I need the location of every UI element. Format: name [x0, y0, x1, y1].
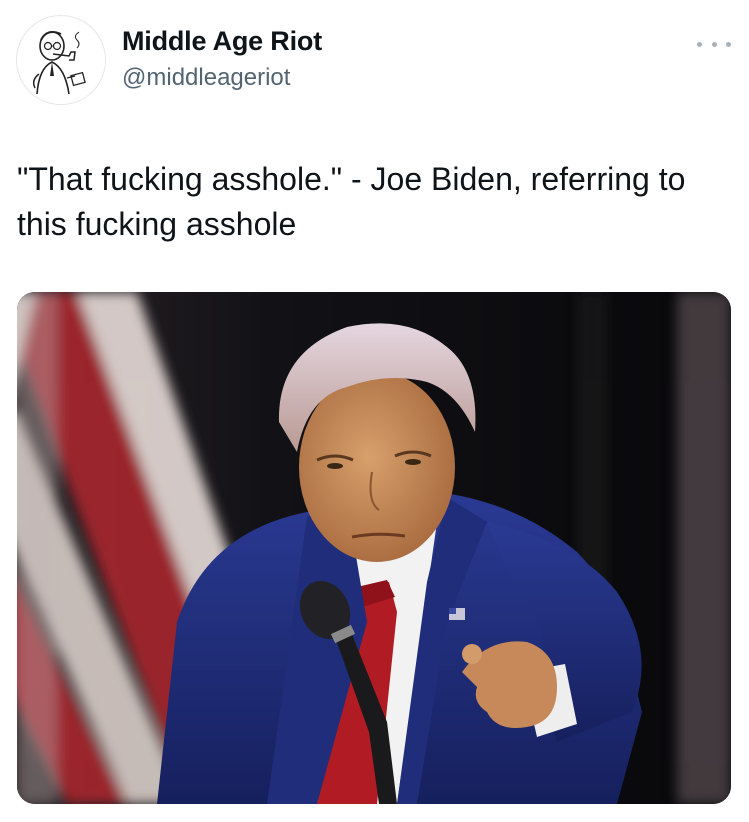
- dot: [726, 41, 731, 47]
- author-handle[interactable]: @middleageriot: [122, 64, 290, 92]
- tweet-card: Middle Age Riot @middleageriot "That fuc…: [0, 0, 749, 822]
- more-options-icon[interactable]: [697, 38, 731, 50]
- tweet-text: "That fucking asshole." - Joe Biden, ref…: [17, 161, 695, 242]
- vintage-man-icon: [18, 17, 105, 104]
- author-avatar[interactable]: [16, 15, 106, 105]
- dot: [711, 41, 717, 47]
- tweet-photo[interactable]: [17, 292, 731, 804]
- dot: [697, 41, 702, 47]
- author-display-name[interactable]: Middle Age Riot: [122, 26, 322, 57]
- photo-image: [17, 292, 731, 804]
